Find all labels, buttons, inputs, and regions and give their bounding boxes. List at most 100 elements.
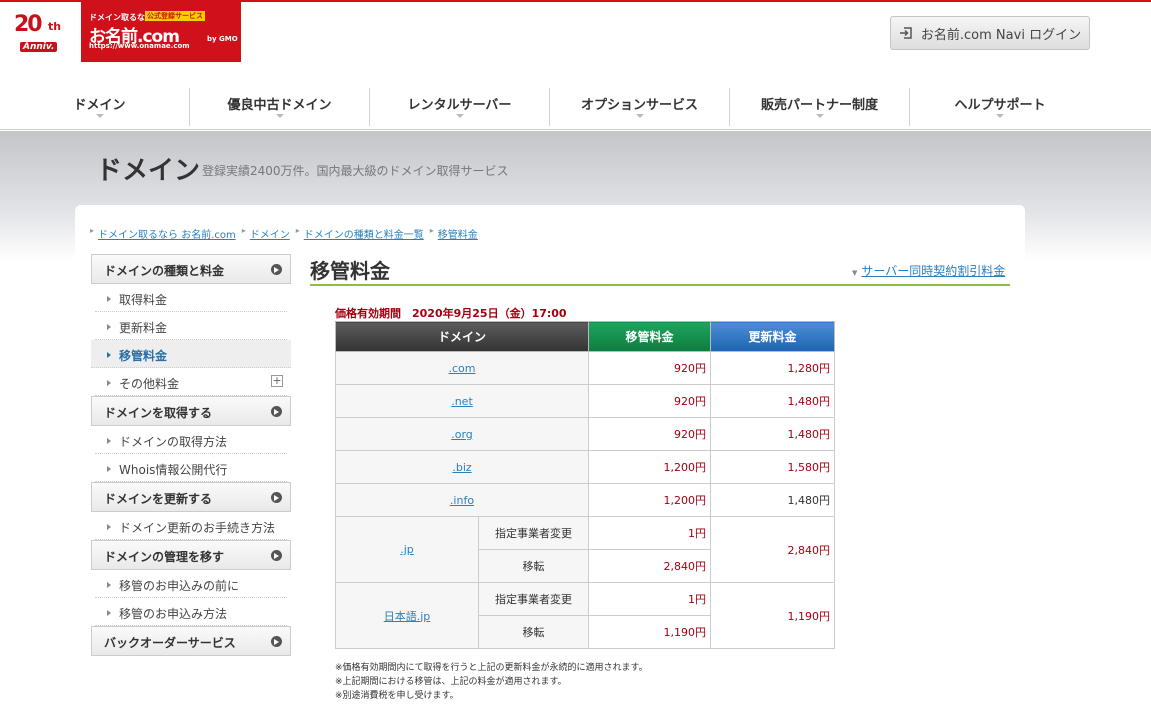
chevron-down-icon xyxy=(996,114,1004,118)
login-icon xyxy=(899,27,913,39)
transfer-price: 1円 xyxy=(588,516,711,550)
domain-link[interactable]: .net xyxy=(335,384,589,418)
sidebar-item-label: その他料金 xyxy=(119,377,180,391)
domain-link[interactable]: .org xyxy=(335,417,589,451)
sub-label: 指定事業者変更 xyxy=(478,582,589,616)
table-row: .jp 指定事業者変更 1円 2,840円 xyxy=(335,516,835,583)
chevron-down-icon xyxy=(815,114,824,118)
table-row: .biz 1,200円 1,580円 xyxy=(335,450,835,484)
transfer-price: 920円 xyxy=(588,351,711,385)
transfer-price: 1,200円 xyxy=(588,483,711,517)
sidebar-section-register[interactable]: ドメインを取得する xyxy=(91,396,291,426)
expand-plus-icon[interactable]: + xyxy=(271,375,283,387)
sub-label: 指定事業者変更 xyxy=(478,516,589,550)
sidebar-item-transfer-howto[interactable]: 移管のお申込み方法 xyxy=(95,598,287,626)
server-discount-link[interactable]: サーバー同時契約割引料金 xyxy=(852,262,1005,279)
page-category-title: ドメイン xyxy=(96,156,201,186)
sidebar-section-label: バックオーダーサービス xyxy=(104,636,236,650)
breadcrumb-item[interactable]: ドメインの種類と料金一覧 xyxy=(304,226,424,241)
breadcrumb-arrow-icon: ▸ xyxy=(90,226,95,235)
site-logo[interactable]: ドメイン取るなら 公式登録サービス お名前.com https://www.on… xyxy=(81,2,241,62)
sidebar-item-transfer-price[interactable]: 移管料金 xyxy=(91,340,291,368)
gnav-domain[interactable]: ドメイン xyxy=(10,88,190,126)
navi-login-label: お名前.com Navi ログイン xyxy=(920,27,1082,43)
global-nav: ドメイン 優良中古ドメイン レンタルサーバー オプションサービス 販売パートナー… xyxy=(10,88,1090,130)
breadcrumb-item[interactable]: ドメイン xyxy=(250,226,290,241)
breadcrumb-arrow-icon: ▸ xyxy=(429,226,434,235)
logo-gmo: by GMO xyxy=(207,35,238,43)
arrow-circle-icon xyxy=(271,406,282,417)
breadcrumb-arrow-icon: ▸ xyxy=(295,226,300,235)
chevron-down-icon xyxy=(275,114,284,118)
breadcrumb-item-current[interactable]: 移管料金 xyxy=(438,226,478,241)
sidebar-item-whois[interactable]: Whois情報公開代行 xyxy=(95,454,287,482)
title-underline xyxy=(310,284,1010,286)
logo-badge: 公式登録サービス xyxy=(145,11,205,21)
transfer-price: 1,190円 xyxy=(588,615,711,649)
domain-link[interactable]: .jp xyxy=(335,516,479,583)
sidebar-item-register-price[interactable]: 取得料金 xyxy=(95,284,287,312)
renew-price: 1,190円 xyxy=(710,582,835,649)
breadcrumb: ▸ ドメイン取るなら お名前.com ▸ ドメイン ▸ ドメインの種類と料金一覧 ▸ 移… xyxy=(90,226,484,241)
site-header: 20 th Anniv. ドメイン取るなら 公式登録サービス お名前.com h… xyxy=(0,2,1151,130)
sidebar-item-renew-howto[interactable]: ドメイン更新のお手続き方法 xyxy=(95,512,287,540)
gnav-partner[interactable]: 販売パートナー制度 xyxy=(730,88,910,126)
domain-link[interactable]: 日本語.jp xyxy=(335,582,479,649)
sidebar-section-transfer[interactable]: ドメインの管理を移す xyxy=(91,540,291,570)
sidebar-item-transfer-before[interactable]: 移管のお申込みの前に xyxy=(95,570,287,598)
arrow-circle-icon xyxy=(271,550,282,561)
gnav-label: 優良中古ドメイン xyxy=(227,98,332,113)
sidebar-item-other-price[interactable]: その他料金 + xyxy=(95,368,287,396)
gnav-used-domain[interactable]: 優良中古ドメイン xyxy=(190,88,370,126)
sidebar-item-register-howto[interactable]: ドメインの取得方法 xyxy=(95,426,287,454)
gnav-help[interactable]: ヘルプサポート xyxy=(910,88,1090,126)
breadcrumb-arrow-icon: ▸ xyxy=(241,226,246,235)
sidebar-section-prices[interactable]: ドメインの種類と料金 xyxy=(91,254,291,284)
renew-price: 2,840円 xyxy=(710,516,835,583)
sub-label: 移転 xyxy=(478,549,589,583)
chevron-down-icon xyxy=(95,114,104,118)
gnav-label: オプションサービス xyxy=(580,98,698,113)
chevron-down-icon xyxy=(635,114,644,118)
navi-login-button[interactable]: お名前.com Navi ログイン xyxy=(890,16,1090,50)
anniv-number: 20 xyxy=(14,12,43,37)
col-header-transfer: 移管料金 xyxy=(588,321,711,352)
transfer-price: 920円 xyxy=(588,384,711,418)
table-row: .com 920円 1,280円 xyxy=(335,351,835,385)
anniversary-badge: 20 th Anniv. xyxy=(8,8,72,60)
logo-url: https://www.onamae.com xyxy=(89,42,190,50)
note-line: ※別途消費税を申し受けます。 xyxy=(335,691,459,701)
renew-price: 1,480円 xyxy=(710,384,835,418)
price-period: 価格有効期間 2020年9月25日（金）17:00 xyxy=(335,307,567,320)
renew-price: 1,580円 xyxy=(710,450,835,484)
gnav-option-service[interactable]: オプションサービス xyxy=(550,88,730,126)
note-line: ※価格有効期間内にて取得を行うと上記の更新料金が永続的に適用されます。 xyxy=(335,663,648,673)
arrow-circle-icon xyxy=(271,492,282,503)
gnav-label: レンタルサーバー xyxy=(407,98,512,113)
gnav-rental-server[interactable]: レンタルサーバー xyxy=(370,88,550,126)
table-row: .net 920円 1,480円 xyxy=(335,384,835,418)
transfer-price: 1円 xyxy=(588,582,711,616)
sidebar-section-backorder[interactable]: バックオーダーサービス xyxy=(91,626,291,656)
price-notes: ※価格有効期間内にて取得を行うと上記の更新料金が永続的に適用されます。 ※上記期… xyxy=(335,661,648,703)
gnav-label: 販売パートナー制度 xyxy=(760,98,878,113)
renew-price: 1,480円 xyxy=(710,483,835,517)
breadcrumb-item[interactable]: ドメイン取るなら お名前.com xyxy=(98,226,236,241)
sidebar-section-renew[interactable]: ドメインを更新する xyxy=(91,482,291,512)
anniv-label: Anniv. xyxy=(20,42,58,52)
arrow-circle-icon xyxy=(271,636,282,647)
table-row: .org 920円 1,480円 xyxy=(335,417,835,451)
sidebar-section-label: ドメインを更新する xyxy=(104,492,213,506)
page-category-desc: 登録実績2400万件。国内最大級のドメイン取得サービス xyxy=(202,164,509,178)
domain-link[interactable]: .com xyxy=(335,351,589,385)
sidebar: ドメインの種類と料金 取得料金 更新料金 移管料金 その他料金 + ドメインを取得… xyxy=(91,254,291,656)
page-title: 移管料金 xyxy=(310,259,390,283)
domain-link[interactable]: .biz xyxy=(335,450,589,484)
domain-link[interactable]: .info xyxy=(335,483,589,517)
sidebar-section-label: ドメインを取得する xyxy=(104,406,213,420)
table-row: 日本語.jp 指定事業者変更 1円 1,190円 xyxy=(335,582,835,649)
gnav-label: ヘルプサポート xyxy=(954,98,1046,113)
sidebar-item-renew-price[interactable]: 更新料金 xyxy=(95,312,287,340)
anniv-suffix: th xyxy=(48,20,62,33)
sub-label: 移転 xyxy=(478,615,589,649)
